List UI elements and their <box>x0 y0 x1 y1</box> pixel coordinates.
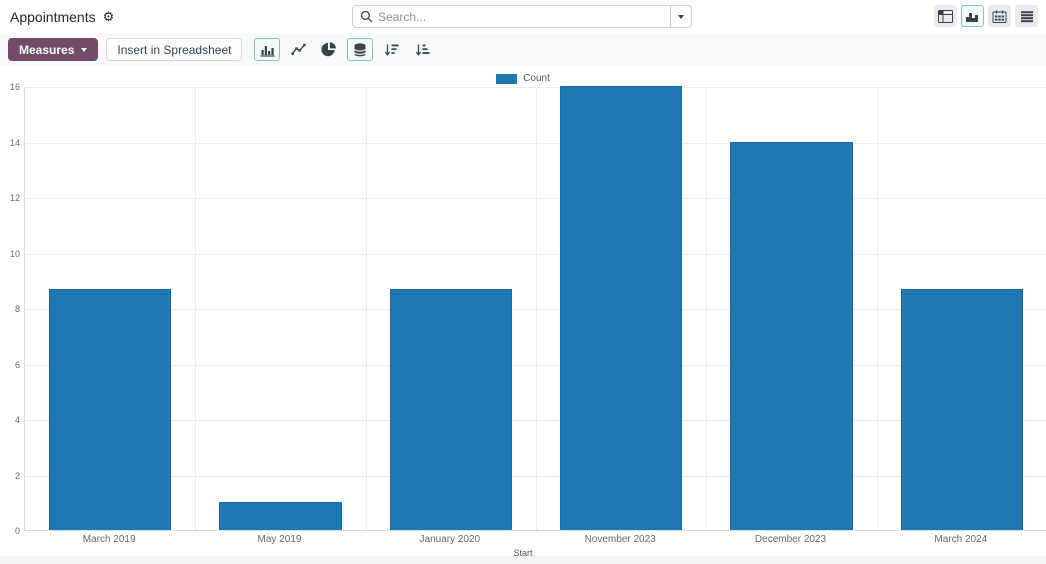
bar-chart-icon <box>965 10 980 23</box>
chevron-down-icon <box>678 15 684 19</box>
x-axis-label: November 2023 <box>535 535 705 545</box>
chart-region: Count Start 0246810121416March 2019May 2… <box>0 66 1046 556</box>
sort-descending-button[interactable] <box>378 38 404 61</box>
breadcrumb: Appointments ⚙ <box>10 0 114 33</box>
gridline <box>366 87 367 530</box>
bottom-strip <box>0 556 1046 564</box>
line-chart-button[interactable] <box>285 38 311 61</box>
view-switcher <box>934 5 1038 27</box>
view-switcher-list[interactable] <box>1015 5 1038 27</box>
bar-chart-button[interactable] <box>254 38 280 61</box>
x-axis-label: May 2019 <box>194 535 364 545</box>
x-axis-label: March 2019 <box>24 535 194 545</box>
x-axis-label: January 2020 <box>365 535 535 545</box>
search-bar[interactable] <box>352 5 692 28</box>
calendar-icon <box>992 10 1007 23</box>
sort-desc-icon <box>384 43 399 57</box>
search-icon <box>360 10 373 23</box>
pie-chart-icon <box>321 42 337 57</box>
control-panel: Measures Insert in Spreadsheet <box>0 33 1046 66</box>
page-title: Appointments <box>10 9 96 25</box>
gridline <box>877 87 878 530</box>
view-switcher-graph[interactable] <box>961 5 984 27</box>
y-tick-label: 6 <box>0 361 20 370</box>
gear-icon[interactable]: ⚙ <box>103 10 115 23</box>
y-tick-label: 10 <box>0 250 20 259</box>
gridline <box>536 87 537 530</box>
header: Appointments ⚙ <box>0 0 1046 33</box>
chart-bar[interactable] <box>49 289 172 530</box>
y-tick-label: 0 <box>0 527 20 536</box>
sort-asc-icon <box>415 43 430 57</box>
stacked-button[interactable] <box>347 38 373 61</box>
database-icon <box>353 43 367 57</box>
view-switcher-pivot[interactable] <box>934 5 957 27</box>
chart-bar[interactable] <box>560 86 683 530</box>
legend-label: Count <box>523 73 550 84</box>
chart-bar[interactable] <box>730 142 853 531</box>
legend-swatch <box>496 74 517 84</box>
measures-button[interactable]: Measures <box>8 38 98 61</box>
chevron-down-icon <box>81 48 87 52</box>
line-chart-icon <box>291 43 306 56</box>
chart-bar[interactable] <box>901 289 1024 530</box>
chart-bar[interactable] <box>390 289 513 530</box>
y-tick-label: 12 <box>0 194 20 203</box>
y-tick-label: 2 <box>0 472 20 481</box>
bar-chart-icon <box>260 43 275 57</box>
y-tick-label: 8 <box>0 305 20 314</box>
x-axis-label: March 2024 <box>876 535 1046 545</box>
y-tick-label: 16 <box>0 83 20 92</box>
search-dropdown-toggle[interactable] <box>670 6 691 27</box>
list-icon <box>1020 10 1034 23</box>
chart-controls <box>254 38 435 61</box>
x-axis-label: December 2023 <box>705 535 875 545</box>
chart-bar[interactable] <box>219 502 342 530</box>
y-tick-label: 4 <box>0 416 20 425</box>
insert-in-spreadsheet-button[interactable]: Insert in Spreadsheet <box>106 38 242 61</box>
y-tick-label: 14 <box>0 139 20 148</box>
chart-legend[interactable]: Count <box>0 73 1046 84</box>
pie-chart-button[interactable] <box>316 38 342 61</box>
measures-label: Measures <box>19 43 74 57</box>
search-input[interactable] <box>378 10 670 24</box>
view-switcher-calendar[interactable] <box>988 5 1011 27</box>
bar-chart-plot <box>24 87 1046 531</box>
sort-ascending-button[interactable] <box>409 38 435 61</box>
gridline <box>706 87 707 530</box>
pivot-icon <box>938 10 953 23</box>
gridline <box>195 87 196 530</box>
